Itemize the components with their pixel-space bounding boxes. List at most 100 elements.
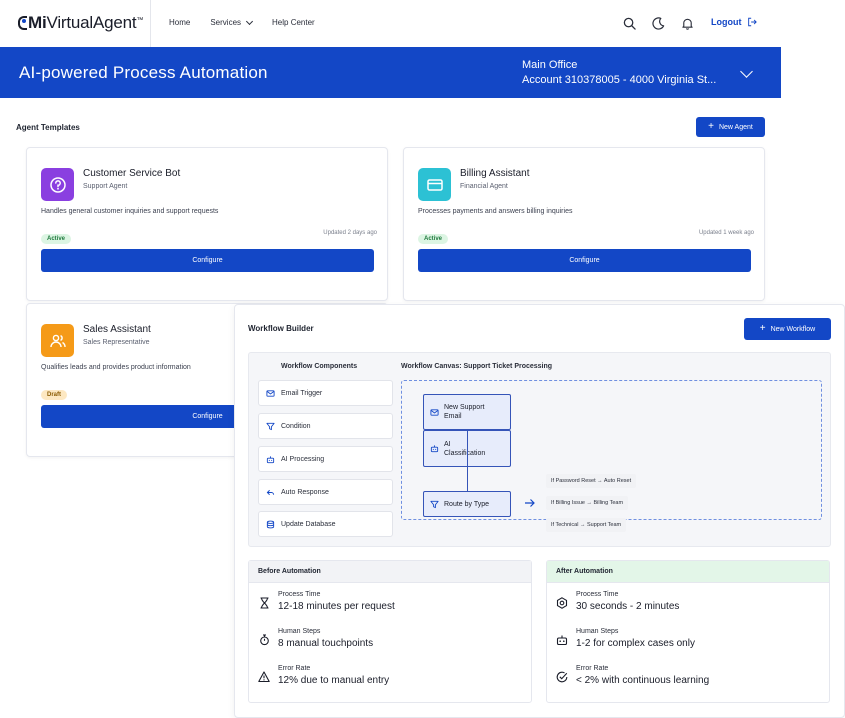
metric-process-time: Process Time 30 seconds - 2 minutes [556,591,679,612]
agent-role: Sales Representative [83,339,150,346]
component-update-database[interactable]: Update Database [258,511,393,537]
page-title: AI-powered Process Automation [19,63,268,82]
agent-role: Support Agent [83,183,128,190]
brand-name: VirtualAgent [46,13,137,32]
hourglass-icon [258,597,270,609]
new-workflow-label: New Workflow [770,325,816,333]
metric-value: 12% due to manual entry [278,675,390,686]
metric-error-rate: Error Rate 12% due to manual entry [258,665,389,686]
main-nav: Home Services Help Center [169,17,315,27]
metric-value: < 2% with continuous learning [576,675,710,686]
account-label: Account 310378005 - 4000 Virginia St... [522,74,717,86]
account-selector[interactable]: Main Office Account 310378005 - 4000 Vir… [522,58,716,88]
robot-icon [430,445,439,453]
nav-home[interactable]: Home [169,18,190,27]
logout-icon [747,17,757,27]
node-connector [467,430,468,491]
after-automation-box: After Automation Process Time 30 seconds … [546,560,830,703]
new-agent-button[interactable]: + New Agent [696,117,765,137]
agent-icon-box [41,324,74,357]
account-chevron-down-icon[interactable] [740,65,753,78]
configure-button[interactable]: Configure [418,249,751,272]
new-workflow-button[interactable]: + New Workflow [744,318,831,340]
page-banner: AI-powered Process Automation Main Offic… [0,47,781,98]
metric-human-steps: Human Steps 8 manual touchpoints [258,628,373,649]
search-icon[interactable] [622,16,636,30]
check-circle-icon [556,671,568,683]
dark-mode-moon-icon[interactable] [651,16,665,30]
agent-role: Financial Agent [460,183,508,190]
plus-icon: + [708,121,714,132]
component-auto-response[interactable]: Auto Response [258,479,393,505]
agent-name: Billing Assistant [460,168,530,179]
metric-value: 1-2 for complex cases only [576,638,695,649]
nav-help-center[interactable]: Help Center [272,18,315,27]
gear-hex-icon [556,597,568,609]
component-condition[interactable]: Condition [258,413,393,439]
metric-label: Human Steps [576,628,619,635]
components-title: Workflow Components [281,363,358,370]
trademark: ™ [136,16,144,24]
agent-card-billing-assistant: Billing Assistant Financial Agent Proces… [403,147,765,301]
nav-services[interactable]: Services [210,17,254,27]
notification-bell-icon[interactable] [680,16,694,30]
component-ai-processing[interactable]: AI Processing [258,446,393,472]
brand-logo[interactable]: Mi VirtualAgent ™ [18,13,143,33]
stopwatch-icon [258,634,270,646]
nav-services-label: Services [210,18,242,27]
workflow-editor: Workflow Components Workflow Canvas: Sup… [248,352,831,547]
metric-label: Human Steps [278,628,321,635]
node-route-by-type[interactable]: Route by Type [423,491,511,517]
route-condition: If Billing Issue → Billing Team [546,496,629,510]
mail-icon [266,389,275,397]
node-label: Route by Type [444,500,490,508]
agent-description: Qualifies leads and provides product inf… [41,364,191,371]
logo-mark-icon [18,16,27,30]
before-automation-title: Before Automation [249,561,531,583]
status-badge: Active [418,234,449,244]
agent-icon-box [418,168,451,201]
node-label-line: Email [444,413,462,420]
metric-value: 30 seconds - 2 minutes [576,601,680,612]
database-icon [266,520,275,528]
metric-human-steps: Human Steps 1-2 for complex cases only [556,628,695,649]
agent-card-customer-service-bot: Customer Service Bot Support Agent Handl… [26,147,388,301]
node-label-line: AI [444,440,451,448]
agent-description: Processes payments and answers billing i… [418,208,573,215]
route-condition: If Technical → Support Team [546,518,627,532]
component-label: Auto Response [281,488,329,496]
new-agent-label: New Agent [718,123,753,131]
plus-icon: + [759,323,766,334]
header-tools [622,16,694,30]
node-new-support-email[interactable]: New Support Email [423,394,511,430]
canvas-title: Workflow Canvas: Support Ticket Processi… [401,363,553,370]
after-automation-title: After Automation [547,561,829,583]
logout-label: Logout [711,17,742,27]
updated-timestamp: Updated 2 days ago [323,230,377,236]
metric-value: 8 manual touchpoints [278,638,374,649]
agent-description: Handles general customer inquiries and s… [41,208,219,215]
users-icon [49,334,66,347]
question-circle-icon [49,176,66,193]
route-condition: If Password Reset → Auto Reset [546,474,637,488]
reply-icon [266,489,275,495]
filter-icon [430,500,439,508]
configure-button[interactable]: Configure [41,249,374,272]
status-badge: Active [41,234,72,244]
metric-label: Process Time [576,591,619,598]
office-name: Main Office [522,59,578,71]
mail-icon [430,408,439,416]
agent-name: Customer Service Bot [83,168,181,179]
logout-link[interactable]: Logout [711,17,757,27]
robot-icon [556,634,568,646]
component-email-trigger[interactable]: Email Trigger [258,380,393,406]
metric-label: Process Time [278,591,321,598]
status-badge: Draft [41,390,68,400]
component-label: Update Database [281,520,336,528]
agent-name: Sales Assistant [83,324,151,335]
metric-process-time: Process Time 12-18 minutes per request [258,591,395,612]
arrow-right-icon [525,499,535,507]
agent-icon-box [41,168,74,201]
metric-label: Error Rate [278,665,311,672]
metric-value: 12-18 minutes per request [278,601,395,612]
